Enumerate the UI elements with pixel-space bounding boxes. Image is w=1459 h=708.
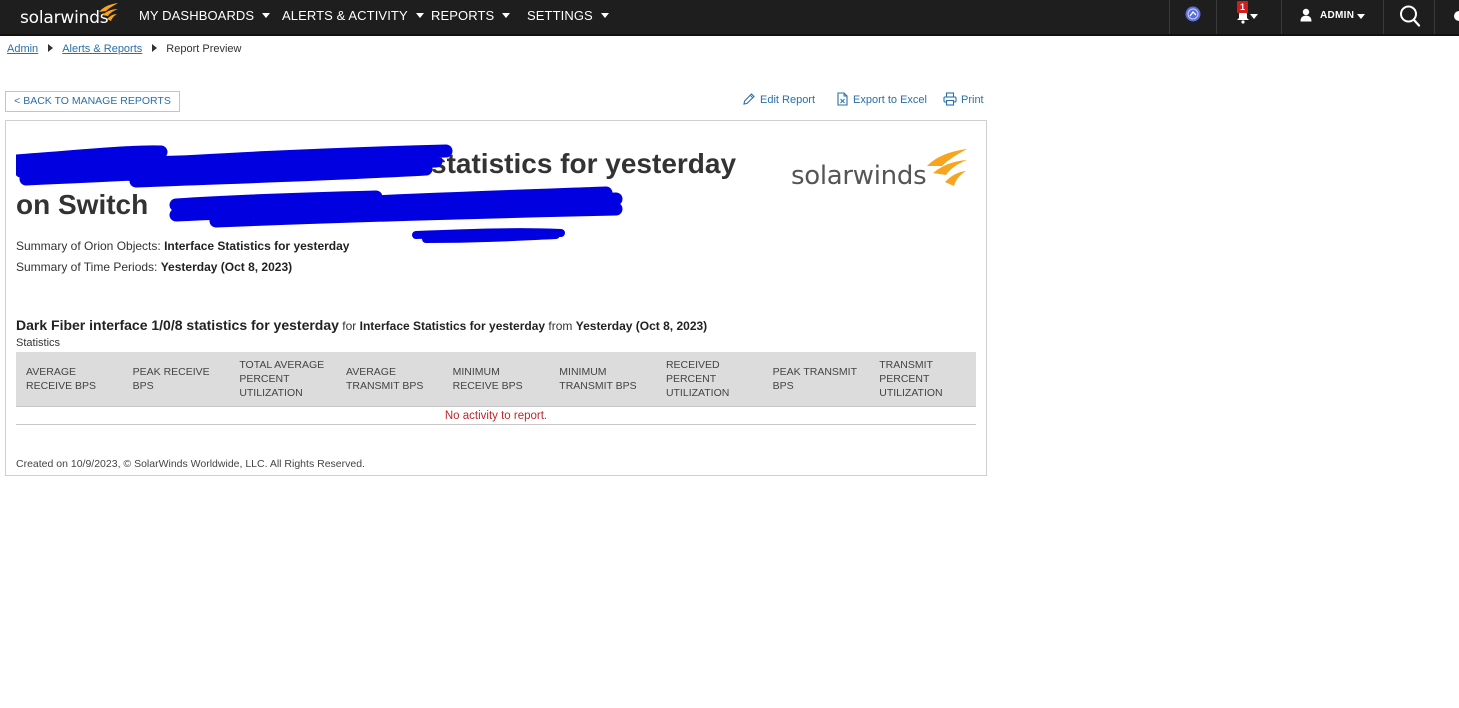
search-button[interactable] (1384, 0, 1434, 34)
top-navigation-bar: solarwinds MY DASHBOARDS ALERTS & ACTIVI… (0, 0, 1459, 36)
column-header: AVERAGE TRANSMIT BPS (335, 352, 443, 407)
chevron-down-icon (1357, 14, 1365, 19)
user-icon (1300, 8, 1312, 22)
brand-text: solarwinds (20, 8, 109, 28)
chevron-down-icon (600, 13, 609, 19)
chevron-down-icon (262, 13, 271, 19)
flame-logo-icon (99, 3, 118, 21)
notification-count-badge: 1 (1237, 1, 1249, 13)
summary-objects-label: Summary of Orion Objects: (16, 239, 161, 253)
breadcrumb-separator-icon (48, 44, 54, 52)
breadcrumb-link-admin[interactable]: Admin (7, 43, 38, 55)
report-logo-text: solarwinds (791, 161, 927, 191)
column-header: MINIMUM TRANSMIT BPS (549, 352, 656, 407)
column-header: TOTAL AVERAGE PERCENT UTILIZATION (229, 352, 336, 407)
section-for-value: Interface Statistics for yesterday (359, 319, 546, 333)
statistics-label: Statistics (16, 337, 61, 349)
section-from-value: Yesterday (Oct 8, 2023) (575, 319, 708, 333)
no-activity-message: No activity to report. (16, 406, 976, 425)
nav-my-dashboards[interactable]: MY DASHBOARDS (139, 8, 271, 23)
breadcrumb-separator-icon (152, 44, 158, 52)
orion-maps-button[interactable] (1170, 0, 1216, 34)
notifications-button[interactable] (1217, 0, 1281, 34)
printer-icon (943, 92, 957, 106)
table-row: No activity to report. (16, 406, 976, 425)
report-title: statistics for yesterday on Switch (16, 143, 786, 243)
section-title-main: Dark Fiber interface 1/0/8 statistics fo… (16, 317, 339, 333)
chevron-down-icon (502, 13, 511, 19)
back-to-manage-reports-button[interactable]: < BACK TO MANAGE REPORTS (5, 91, 180, 112)
export-to-excel-link[interactable]: Export to Excel (836, 92, 927, 106)
section-title: Dark Fiber interface 1/0/8 statistics fo… (16, 317, 707, 333)
column-header: TRANSMIT PERCENT UTILIZATION (869, 352, 976, 407)
edit-report-label: Edit Report (760, 94, 816, 106)
summary-time-value: Yesterday (Oct 8, 2023) (160, 260, 293, 274)
column-header: PEAK TRANSMIT BPS (762, 352, 870, 407)
redaction-scribble (16, 144, 623, 243)
export-to-excel-label: Export to Excel (853, 94, 927, 106)
breadcrumb-link-alerts-reports[interactable]: Alerts & Reports (62, 43, 142, 55)
edit-report-link[interactable]: Edit Report (742, 92, 815, 106)
column-header: MINIMUM RECEIVE BPS (442, 352, 550, 407)
section-for-word: for (342, 319, 357, 333)
orion-maps-icon (1185, 6, 1201, 22)
user-name: ADMIN (1320, 10, 1355, 21)
summary-objects-value: Interface Statistics for yesterday (164, 239, 350, 253)
summary-orion-objects: Summary of Orion Objects: Interface Stat… (16, 239, 349, 253)
breadcrumb: Admin Alerts & Reports Report Preview (7, 43, 241, 55)
flame-logo-icon (927, 149, 967, 186)
print-link[interactable]: Print (943, 92, 984, 106)
nav-reports[interactable]: REPORTS (431, 8, 511, 23)
summary-time-periods: Summary of Time Periods: Yesterday (Oct … (16, 260, 292, 274)
report-footer: Created on 10/9/2023, © SolarWinds World… (16, 458, 365, 470)
statistics-table: AVERAGE RECEIVE BPS PEAK RECEIVE BPS TOT… (16, 352, 976, 425)
nav-settings[interactable]: SETTINGS (527, 8, 609, 23)
search-icon (1400, 5, 1421, 27)
summary-time-label: Summary of Time Periods: (16, 260, 158, 274)
chevron-down-icon (415, 13, 424, 19)
column-header: RECEIVED PERCENT UTILIZATION (655, 352, 763, 407)
excel-export-icon (837, 92, 848, 106)
dot-icon (1454, 11, 1459, 21)
overflow-menu-button[interactable] (1435, 0, 1459, 34)
report-preview-panel: statistics for yesterday on Switch solar… (5, 120, 987, 476)
chevron-down-icon (1250, 14, 1258, 19)
pencil-icon (743, 93, 755, 105)
table-header-row: AVERAGE RECEIVE BPS PEAK RECEIVE BPS TOT… (16, 352, 976, 407)
nav-alerts-activity[interactable]: ALERTS & ACTIVITY (282, 8, 424, 23)
print-label: Print (961, 94, 984, 106)
column-header: PEAK RECEIVE BPS (122, 352, 230, 407)
column-header: AVERAGE RECEIVE BPS (16, 352, 123, 407)
breadcrumb-current: Report Preview (166, 43, 242, 55)
section-from-word: from (548, 319, 573, 333)
